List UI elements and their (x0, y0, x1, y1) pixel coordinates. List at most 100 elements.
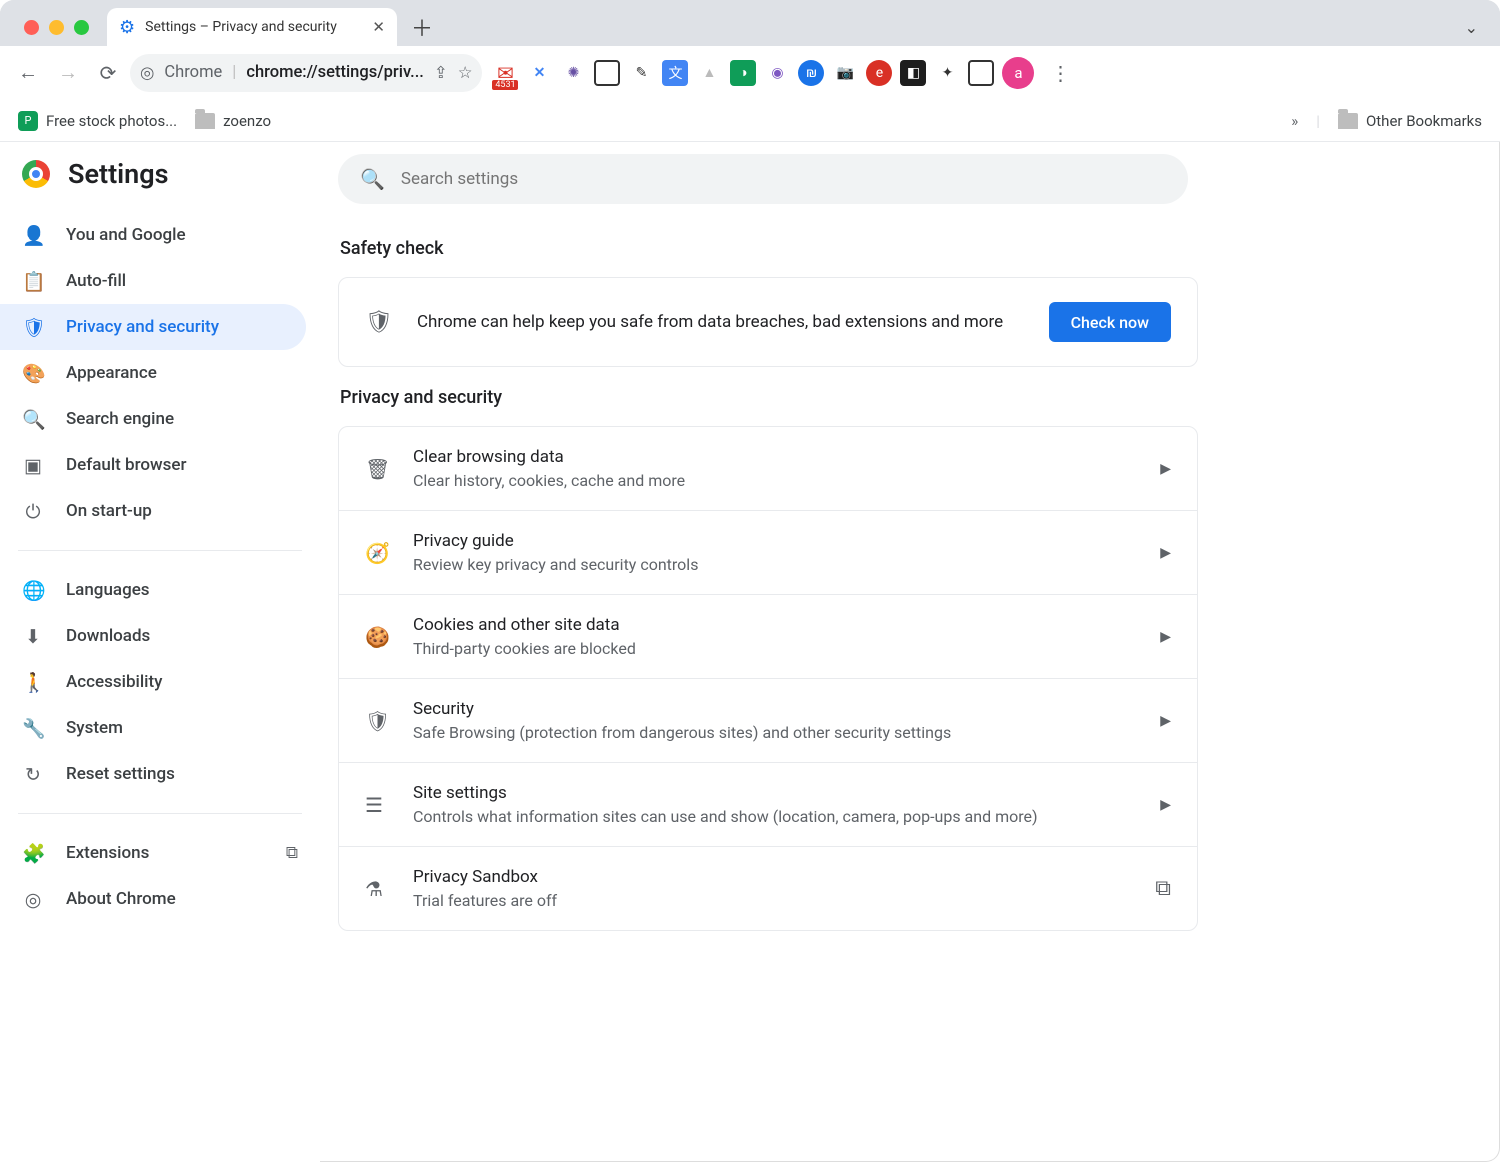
figma-extension[interactable]: ◧ (900, 60, 926, 86)
pexels-icon: P (18, 111, 38, 131)
camera-extension[interactable]: 📷 (832, 60, 858, 86)
search-icon: 🔍 (360, 167, 385, 191)
chevron-right-icon: ▶ (1160, 713, 1171, 729)
privacy-row-clear-browsing-data[interactable]: 🗑Clear browsing dataClear history, cooki… (339, 427, 1197, 510)
side-panel-button[interactable] (968, 60, 994, 86)
sidebar-item-languages[interactable]: 🌐 Languages (0, 567, 320, 613)
extension-burst[interactable]: ✺ (560, 60, 586, 86)
sidebar-item-extensions[interactable]: 🧩Extensions⧉ (0, 830, 320, 876)
sidebar-item-accessibility[interactable]: 🚶Accessibility (0, 659, 320, 705)
site-info-icon: ◎ (140, 63, 154, 83)
folder-icon (195, 113, 215, 129)
tab-title: Settings – Privacy and security (145, 19, 362, 35)
sidebar-item-system[interactable]: 🔧System (0, 705, 320, 751)
chevron-right-icon: ▶ (1160, 461, 1171, 477)
minimize-window[interactable] (49, 20, 64, 35)
trash-icon: 🗑 (365, 457, 389, 481)
shield-icon: 🛡 (365, 709, 389, 733)
bookmark-label: Free stock photos... (46, 112, 177, 130)
sidebar-item-you-and-google[interactable]: 👤You and Google (0, 212, 320, 258)
settings-search[interactable]: 🔍 (338, 154, 1188, 204)
extension-frame[interactable] (594, 60, 620, 86)
extension-green[interactable]: ◑ (730, 60, 756, 86)
check-now-button[interactable]: Check now (1049, 302, 1171, 342)
sidebar-item-reset-settings[interactable]: ↻ Reset settings (0, 751, 320, 797)
sidebar-item-label: On start-up (66, 501, 152, 521)
extensions-row: ✉ 4531 ✕ ✺ ✎ 文 ▲ ◑ ◉ ₪ 📷 e ◧ ✦ a ⋮ (492, 55, 1078, 91)
folder-icon (1338, 113, 1358, 129)
bookmarks-overflow[interactable]: » (1291, 112, 1298, 130)
row-subtitle: Clear history, cookies, cache and more (413, 471, 1136, 490)
forward-button[interactable]: → (50, 55, 86, 91)
sidebar-item-appearance[interactable]: 🎨 Appearance (0, 350, 320, 396)
close-window[interactable] (24, 20, 39, 35)
privacy-row-site-settings[interactable]: ☰Site settingsControls what information … (339, 762, 1197, 846)
palette-icon: 🎨 (22, 362, 44, 385)
translate-extension[interactable]: 文 (662, 60, 688, 86)
new-tab-button[interactable]: ＋ (411, 11, 433, 43)
extension-red[interactable]: e (866, 60, 892, 86)
toolbar: ← → ⟳ ◎ Chrome | chrome://settings/priv.… (0, 46, 1500, 100)
privacy-row-privacy-sandbox[interactable]: ⚗Privacy SandboxTrial features are off⧉ (339, 846, 1197, 930)
reload-button[interactable]: ⟳ (90, 55, 126, 91)
chevron-right-icon: ▶ (1160, 545, 1171, 561)
privacy-row-cookies-and-other-site-data[interactable]: 🍪Cookies and other site dataThird-party … (339, 594, 1197, 678)
zoom-window[interactable] (74, 20, 89, 35)
row-title: Privacy guide (413, 531, 1136, 551)
tab-settings[interactable]: ⚙ Settings – Privacy and security ✕ (107, 8, 397, 46)
sidebar-item-default-browser[interactable]: ▣Default browser (0, 442, 320, 488)
window-controls (24, 20, 89, 35)
sidebar-item-on-start-up[interactable]: ⏻On start-up (0, 488, 320, 534)
omnibox-url: chrome://settings/priv... (246, 63, 424, 82)
close-tab-icon[interactable]: ✕ (372, 18, 385, 36)
sidebar-item-auto-fill[interactable]: 📋Auto-fill (0, 258, 320, 304)
privacy-security-heading: Privacy and security (340, 387, 1460, 408)
sidebar-item-about-chrome[interactable]: ◎About Chrome (0, 876, 320, 922)
row-subtitle: Trial features are off (413, 891, 1131, 910)
chrome-menu-button[interactable]: ⋮ (1042, 55, 1078, 91)
globe-icon: 🌐 (22, 579, 44, 602)
profile-avatar[interactable]: a (1002, 57, 1034, 89)
search-input[interactable] (401, 169, 1166, 189)
row-title: Security (413, 699, 1136, 719)
sidebar-item-label: Languages (66, 580, 150, 600)
sidebar-item-label: Reset settings (66, 764, 175, 784)
share-icon[interactable]: ⇪ (434, 63, 448, 83)
eyedropper-extension[interactable]: ✎ (628, 60, 654, 86)
privacy-row-security[interactable]: 🛡SecuritySafe Browsing (protection from … (339, 678, 1197, 762)
tune-icon: ☰ (365, 793, 389, 817)
extension-icon: 🧩 (22, 842, 44, 865)
tab-search-button[interactable]: ⌄ (1465, 18, 1478, 37)
settings-sidebar: Settings 👤You and Google📋Auto-fill🛡Priva… (0, 142, 320, 1162)
compass-icon: 🧭 (365, 541, 389, 565)
reset-icon: ↻ (22, 763, 44, 786)
person-icon: 👤 (22, 224, 44, 247)
extension-up[interactable]: ▲ (696, 60, 722, 86)
bookmark-folder-zoenzo[interactable]: zoenzo (195, 112, 271, 130)
sidebar-item-downloads[interactable]: ⬇Downloads (0, 613, 320, 659)
sidebar-item-label: Appearance (66, 363, 157, 383)
similarweb-extension[interactable]: ◉ (764, 60, 790, 86)
omnibox[interactable]: ◎ Chrome | chrome://settings/priv... ⇪ ☆ (130, 54, 482, 92)
gmail-badge: 4531 (492, 80, 518, 90)
privacy-security-list: 🗑Clear browsing dataClear history, cooki… (338, 426, 1198, 931)
back-button[interactable]: ← (10, 55, 46, 91)
gmail-extension[interactable]: ✉ 4531 (492, 60, 518, 86)
cookie-icon: 🍪 (365, 625, 389, 649)
settings-main: 🔍 Safety check 🛡 Chrome can help keep yo… (320, 142, 1500, 1162)
sidebar-item-privacy-and-security[interactable]: 🛡Privacy and security (0, 304, 306, 350)
other-bookmarks[interactable]: Other Bookmarks (1338, 112, 1482, 130)
bookmark-label: zoenzo (223, 112, 271, 130)
extension-circle[interactable]: ₪ (798, 60, 824, 86)
bookmark-label: Other Bookmarks (1366, 112, 1482, 130)
search-icon: 🔍 (22, 408, 44, 431)
bookmark-star-icon[interactable]: ☆ (458, 63, 473, 83)
privacy-row-privacy-guide[interactable]: 🧭 Privacy guide Review key privacy and sec… (339, 510, 1197, 594)
shield-check-icon: 🛡 (365, 310, 393, 335)
sidebar-item-search-engine[interactable]: 🔍Search engine (0, 396, 320, 442)
bookmark-pexels[interactable]: P Free stock photos... (18, 111, 177, 131)
extension-x[interactable]: ✕ (526, 60, 552, 86)
row-subtitle: Review key privacy and security controls (413, 555, 1136, 574)
accessibility-icon: 🚶 (22, 671, 44, 694)
extensions-puzzle-icon[interactable]: ✦ (934, 60, 960, 86)
